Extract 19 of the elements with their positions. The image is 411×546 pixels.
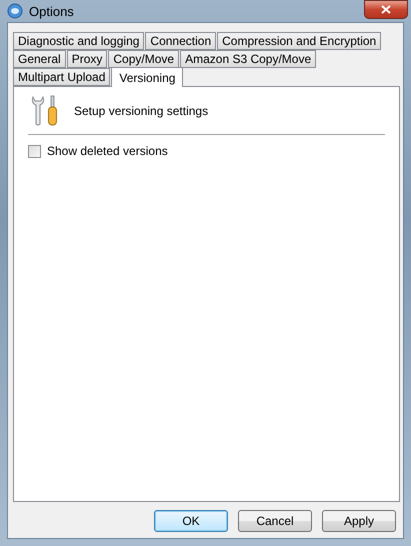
dialog-button[interactable]: Cancel: [238, 510, 312, 532]
tab[interactable]: Diagnostic and logging: [13, 32, 144, 50]
tab[interactable]: Multipart Upload: [13, 68, 110, 86]
tab[interactable]: Versioning: [111, 67, 184, 87]
dialog-button[interactable]: OK: [154, 510, 228, 532]
dialog-button[interactable]: Apply: [322, 510, 396, 532]
app-icon: [7, 3, 23, 19]
close-button[interactable]: [364, 0, 408, 19]
header-text: Setup versioning settings: [74, 104, 208, 118]
window-title: Options: [29, 4, 74, 18]
close-icon: [381, 5, 391, 14]
tab[interactable]: Proxy: [66, 50, 108, 68]
tab[interactable]: General: [13, 50, 66, 68]
tab[interactable]: Amazon S3 Copy/Move: [180, 50, 316, 68]
tab[interactable]: Copy/Move: [108, 50, 180, 68]
checkbox[interactable]: [28, 144, 41, 158]
tab[interactable]: Compression and Encryption: [217, 32, 382, 50]
checkbox-label: Show deleted versions: [47, 144, 168, 158]
tab[interactable]: Connection: [145, 32, 216, 50]
